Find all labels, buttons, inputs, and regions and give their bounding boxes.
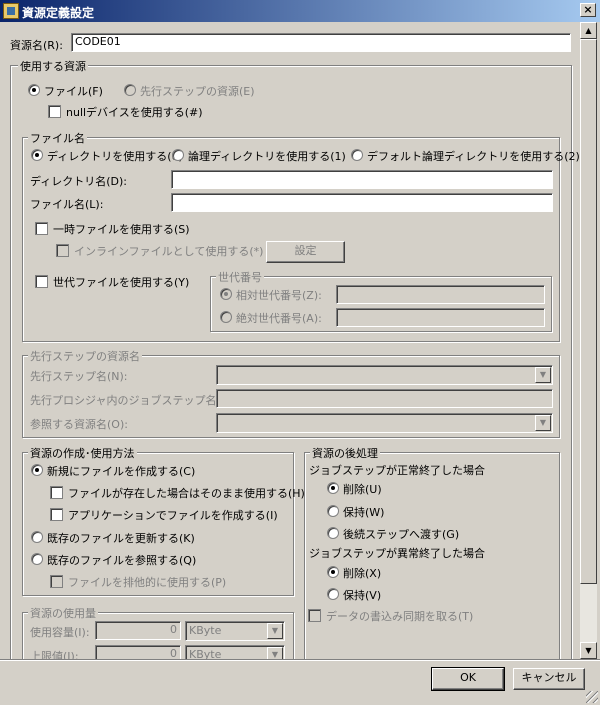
pass-next-step-label: 後続ステップへ渡す(G) <box>343 528 460 541</box>
file-name-input[interactable] <box>171 193 553 212</box>
ref-resource-label: 参照する資源名(O): <box>30 418 128 431</box>
new-file-radio[interactable] <box>31 464 43 476</box>
update-existing-radio[interactable] <box>31 531 43 543</box>
capacity-unit-combo: KByte ▼ <box>185 621 285 641</box>
footer-separator <box>0 659 600 661</box>
scroll-down-icon[interactable]: ▼ <box>580 642 597 659</box>
inline-file-label: インラインファイルとして使用する(*) <box>74 245 264 258</box>
normal-delete-label: 削除(U) <box>343 483 382 496</box>
use-resource-title: 使用する資源 <box>18 58 88 74</box>
scroll-thumb[interactable] <box>580 39 597 584</box>
ok-button[interactable]: OK <box>431 667 505 691</box>
use-directory-label: ディレクトリを使用する(0) <box>47 150 183 163</box>
normal-end-label: ジョブステップが正常終了した場合 <box>309 464 485 477</box>
null-device-checkbox[interactable] <box>48 105 61 118</box>
temp-file-label: 一時ファイルを使用する(S) <box>53 223 190 236</box>
new-file-label: 新規にファイルを作成する(C) <box>47 465 196 478</box>
file-name-title: ファイル名 <box>28 130 87 146</box>
file-radio-label: ファイル(F) <box>44 85 103 98</box>
close-button[interactable]: × <box>580 3 596 17</box>
prev-step-resource-radio <box>124 84 136 96</box>
app-creates-file-checkbox[interactable] <box>50 508 63 521</box>
title-bar: 資源定義設定 × <box>0 0 600 22</box>
inline-file-checkbox <box>56 244 69 257</box>
normal-keep-label: 保持(W) <box>343 506 385 519</box>
generation-file-checkbox[interactable] <box>35 275 48 288</box>
use-existing-as-is-label: ファイルが存在した場合はそのまま使用する(H) <box>68 487 305 500</box>
window-title: 資源定義設定 <box>22 6 95 20</box>
file-radio[interactable] <box>28 84 40 96</box>
sync-write-checkbox <box>308 609 321 622</box>
usage-title: 資源の使用量 <box>28 605 98 621</box>
abnormal-keep-label: 保持(V) <box>343 589 382 602</box>
generation-number-title: 世代番号 <box>216 269 264 285</box>
vertical-scrollbar[interactable]: ▲ ▼ <box>580 22 597 659</box>
update-existing-label: 既存のファイルを更新する(K) <box>47 532 195 545</box>
directory-name-label: ディレクトリ名(D): <box>30 175 127 188</box>
directory-name-input[interactable] <box>171 170 553 189</box>
combo-arrow-icon: ▼ <box>267 623 283 639</box>
capacity-unit-value: KByte <box>189 624 222 637</box>
create-method-title: 資源の作成･使用方法 <box>28 445 137 461</box>
reference-existing-radio[interactable] <box>31 553 43 565</box>
abnormal-end-label: ジョブステップが異常終了した場合 <box>309 547 485 560</box>
post-process-title: 資源の後処理 <box>310 445 380 461</box>
relative-generation-label: 相対世代番号(Z): <box>236 289 322 302</box>
use-directory-radio[interactable] <box>31 149 43 161</box>
use-default-logical-directory-radio[interactable] <box>351 149 363 161</box>
use-logical-directory-label: 論理ディレクトリを使用する(1) <box>188 150 346 163</box>
null-device-label: nullデバイスを使用する(#) <box>66 106 203 119</box>
relative-generation-input <box>336 285 545 304</box>
normal-delete-radio[interactable] <box>327 482 339 494</box>
use-logical-directory-radio[interactable] <box>172 149 184 161</box>
prev-step-name-combo: ▼ <box>216 365 553 385</box>
ref-resource-combo: ▼ <box>216 413 553 433</box>
combo-arrow-icon: ▼ <box>535 367 551 383</box>
footer-area <box>0 659 600 705</box>
prev-step-resource-title: 先行ステップの資源名 <box>28 348 142 364</box>
prev-step-resource-label: 先行ステップの資源(E) <box>140 85 255 98</box>
combo-arrow-icon: ▼ <box>535 415 551 431</box>
relative-generation-radio <box>220 288 232 300</box>
app-creates-file-label: アプリケーションでファイルを作成する(I) <box>68 509 278 522</box>
capacity-label: 使用容量(I): <box>30 626 90 639</box>
temp-file-checkbox[interactable] <box>35 222 48 235</box>
scroll-up-icon[interactable]: ▲ <box>580 22 597 39</box>
generation-file-label: 世代ファイルを使用する(Y) <box>53 276 190 289</box>
abnormal-keep-radio[interactable] <box>327 588 339 600</box>
normal-keep-radio[interactable] <box>327 505 339 517</box>
file-name-label: ファイル名(L): <box>30 198 104 211</box>
cancel-button[interactable]: キャンセル <box>513 668 585 690</box>
prev-step-name-label: 先行ステップ名(N): <box>30 370 128 383</box>
abnormal-delete-label: 削除(X) <box>343 567 382 580</box>
exclusive-use-label: ファイルを排他的に使用する(P) <box>68 576 227 589</box>
absolute-generation-label: 絶対世代番号(A): <box>236 312 322 325</box>
use-default-logical-directory-label: デフォルト論理ディレクトリを使用する(2) <box>367 150 580 163</box>
app-icon <box>3 3 19 19</box>
resize-grip-icon[interactable] <box>586 691 598 703</box>
exclusive-use-checkbox <box>50 575 63 588</box>
absolute-generation-input <box>336 308 545 327</box>
proc-step-name-label: 先行プロシジャ内のジョブステップ名(B): <box>30 394 237 407</box>
absolute-generation-radio <box>220 311 232 323</box>
use-existing-as-is-checkbox[interactable] <box>50 486 63 499</box>
capacity-input: 0 <box>95 621 181 640</box>
reference-existing-label: 既存のファイルを参照する(Q) <box>47 554 197 567</box>
proc-step-name-input <box>216 389 553 408</box>
resource-name-label: 資源名(R): <box>10 39 63 52</box>
abnormal-delete-radio[interactable] <box>327 566 339 578</box>
resource-name-input[interactable]: CODE01 <box>71 33 571 52</box>
sync-write-label: データの書込み同期を取る(T) <box>326 610 474 623</box>
pass-next-step-radio[interactable] <box>327 527 339 539</box>
settings-button[interactable]: 設定 <box>266 241 345 263</box>
